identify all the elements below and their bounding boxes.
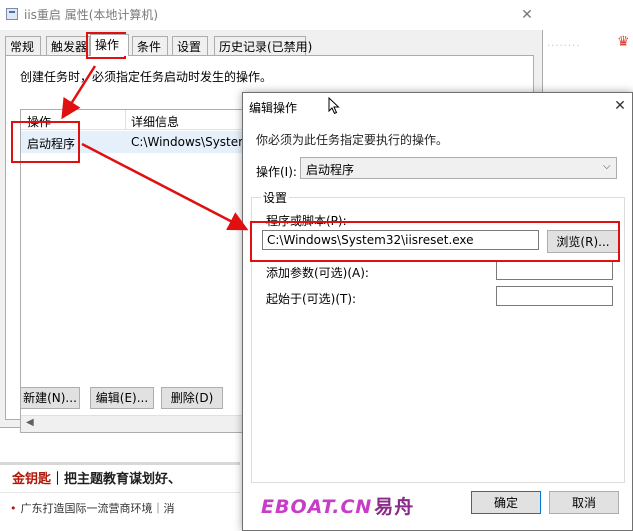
ok-button[interactable]: 确定: [471, 491, 541, 514]
settings-legend: 设置: [261, 189, 290, 206]
properties-titlebar: iis重启 属性(本地计算机) ✕: [0, 0, 543, 30]
tab-general[interactable]: 常规: [5, 36, 41, 56]
tab-actions[interactable]: 操作: [90, 34, 129, 56]
actions-description: 创建任务时，必须指定任务启动时发生的操作。: [20, 70, 273, 84]
tab-conditions[interactable]: 条件: [132, 36, 168, 56]
tab-triggers[interactable]: 触发器: [46, 36, 90, 56]
properties-title: iis重启 属性(本地计算机): [24, 8, 159, 22]
new-action-button[interactable]: 新建(N)...: [20, 387, 80, 409]
annotation-box-program-field: [250, 221, 620, 262]
task-scheduler-icon: [6, 8, 18, 20]
action-type-label: 操作(I):: [256, 165, 297, 179]
annotation-box-list-row: [11, 121, 80, 163]
dialog-instruction: 你必须为此任务指定要执行的操作。: [256, 133, 449, 147]
background-faint-text: ........: [547, 38, 581, 49]
start-in-input[interactable]: [496, 286, 613, 306]
tab-settings[interactable]: 设置: [172, 36, 208, 56]
horizontal-scrollbar[interactable]: ◀: [21, 415, 259, 432]
eboat-watermark: EBOAT.CN 易舟: [261, 496, 415, 518]
dialog-title: 编辑操作: [249, 101, 298, 115]
background-logo-icon: ♛: [617, 34, 630, 50]
background-news-panel: 金钥匙｜把主题教育谋划好、 • 广东打造国际一流营商环境｜消: [0, 462, 240, 531]
cancel-button[interactable]: 取消: [549, 491, 619, 514]
arguments-label: 添加参数(可选)(A):: [266, 266, 369, 280]
news-headline[interactable]: 金钥匙｜把主题教育谋划好、: [12, 468, 181, 487]
background-webpage: ........ ♛: [543, 0, 633, 92]
properties-close-icon[interactable]: ✕: [516, 4, 538, 26]
action-type-select[interactable]: 启动程序 ⌵: [300, 157, 617, 179]
edit-action-dialog: 编辑操作 ✕ 你必须为此任务指定要执行的操作。 操作(I): 启动程序 ⌵ 设置…: [242, 92, 633, 531]
start-in-label: 起始于(可选)(T):: [266, 292, 357, 306]
mouse-cursor-icon: [328, 97, 340, 115]
edit-action-button[interactable]: 编辑(E)...: [90, 387, 154, 409]
news-item[interactable]: • 广东打造国际一流营商环境｜消: [10, 500, 175, 516]
tab-history[interactable]: 历史记录(已禁用): [214, 36, 312, 56]
column-header-details[interactable]: 详细信息: [131, 113, 179, 130]
scroll-left-icon[interactable]: ◀: [26, 417, 34, 428]
arguments-input[interactable]: [496, 260, 613, 280]
bullet-icon: •: [10, 502, 17, 515]
row-details-cell: C:\Windows\System32\iisreset.exe: [131, 135, 259, 149]
chevron-down-icon: ⌵: [603, 161, 611, 172]
action-type-value: 启动程序: [306, 163, 355, 177]
dialog-close-icon[interactable]: ✕: [609, 95, 631, 117]
delete-action-button[interactable]: 删除(D): [161, 387, 223, 409]
